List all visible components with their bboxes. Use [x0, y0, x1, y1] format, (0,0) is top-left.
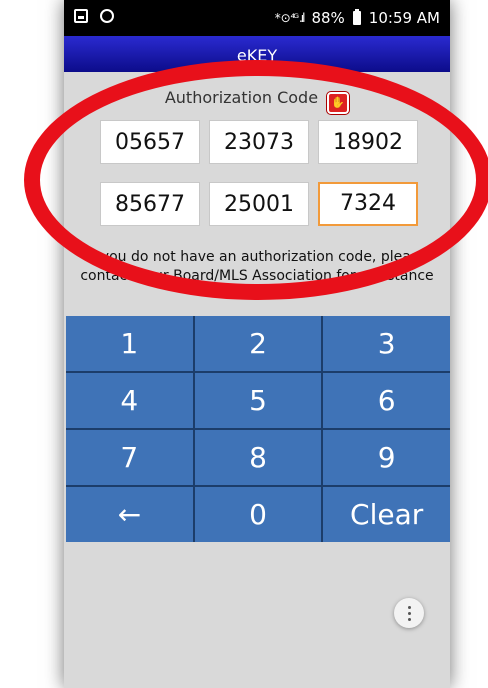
help-text: If you do not have an authorization code… [80, 249, 434, 284]
key-5[interactable]: 5 [194, 373, 322, 428]
numeric-keypad: 1 2 3 4 5 6 7 8 9 ← 0 Clear [66, 316, 450, 542]
auth-code-heading: Authorization Code ✋ [64, 88, 450, 114]
key-8[interactable]: 8 [194, 430, 322, 485]
signal-icon: * ⊙ ⁴ᴳ .ıl [274, 11, 306, 25]
more-vert-dot [407, 617, 411, 621]
key-3[interactable]: 3 [323, 316, 450, 371]
code-field-5[interactable]: 25001 [209, 182, 309, 226]
code-field-6[interactable]: 7324 [318, 182, 418, 226]
more-vert-icon [407, 605, 411, 609]
key-0[interactable]: 0 [194, 487, 322, 542]
app-title-bar: eKEY [64, 36, 450, 72]
code-field-3[interactable]: 18902 [318, 120, 418, 164]
gallery-icon [74, 9, 88, 23]
code-field-2[interactable]: 23073 [209, 120, 309, 164]
battery-percent: 88% [311, 9, 345, 27]
circle-icon [100, 9, 114, 23]
key-1[interactable]: 1 [66, 316, 193, 371]
key-9[interactable]: 9 [323, 430, 450, 485]
key-4[interactable]: 4 [66, 373, 193, 428]
code-field-1[interactable]: 05657 [100, 120, 200, 164]
phone-screen: * ⊙ ⁴ᴳ .ıl 88% 10:59 AM eKEY Authorizati… [64, 0, 450, 688]
overflow-menu-button[interactable] [394, 598, 424, 628]
status-bar: * ⊙ ⁴ᴳ .ıl 88% 10:59 AM [64, 0, 450, 36]
auth-code-label: Authorization Code [164, 88, 319, 107]
code-field-4[interactable]: 85677 [100, 182, 200, 226]
backspace-key[interactable]: ← [66, 487, 193, 542]
clear-key[interactable]: Clear [323, 487, 450, 542]
key-7[interactable]: 7 [66, 430, 193, 485]
more-vert-dot [407, 611, 411, 615]
auth-code-grid: 05657 23073 18902 85677 25001 7324 [100, 120, 418, 226]
key-2[interactable]: 2 [194, 316, 322, 371]
clock: 10:59 AM [368, 9, 440, 27]
key-6[interactable]: 6 [323, 373, 450, 428]
app-title: eKEY [236, 46, 278, 65]
battery-icon [352, 9, 361, 25]
stop-hand-icon[interactable]: ✋ [327, 92, 350, 114]
